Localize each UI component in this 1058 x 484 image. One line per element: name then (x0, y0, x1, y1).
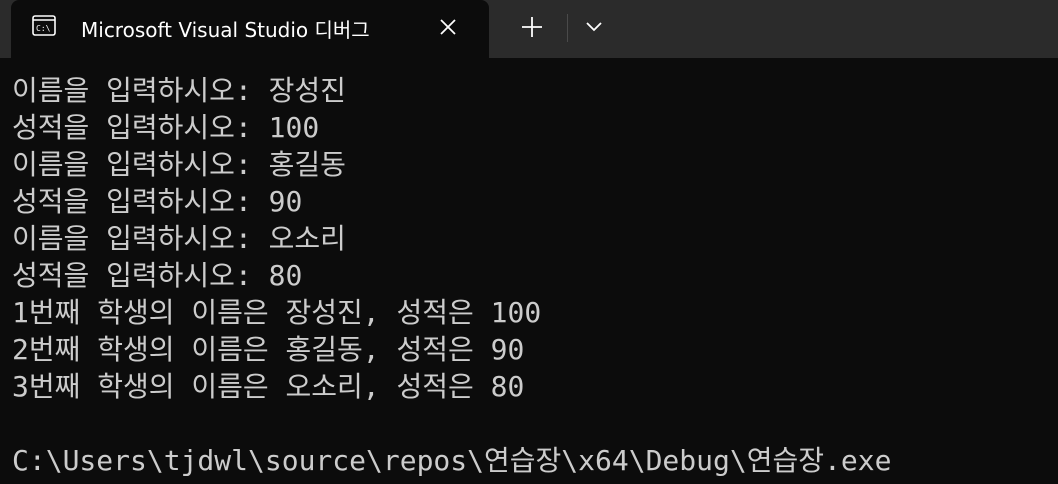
console-line: 성적을 입력하시오: 100 (12, 111, 320, 144)
console-line: 1번째 학생의 이름은 장성진, 성적은 100 (12, 296, 542, 329)
chevron-down-icon[interactable] (572, 9, 616, 45)
svg-text:C:\: C:\ (36, 24, 51, 33)
close-icon[interactable] (435, 14, 461, 40)
tab-debug-console[interactable]: C:\ Microsoft Visual Studio 디버그 (11, 0, 489, 58)
console-line: 3번째 학생의 이름은 오소리, 성적은 80 (12, 370, 525, 403)
console-output[interactable]: 이름을 입력하시오: 장성진 성적을 입력하시오: 100 이름을 입력하시오:… (12, 72, 1058, 479)
console-path-line: C:\Users\tjdwl\source\repos\연습장\x64\Debu… (12, 444, 892, 477)
console-line: 성적을 입력하시오: 80 (12, 259, 303, 292)
console-line: 이름을 입력하시오: 홍길동 (12, 148, 346, 181)
tab-title: Microsoft Visual Studio 디버그 (81, 18, 370, 42)
titlebar-separator (567, 14, 568, 42)
console-line: 이름을 입력하시오: 장성진 (12, 74, 346, 107)
console-line: 2번째 학생의 이름은 홍길동, 성적은 90 (12, 333, 525, 366)
console-line: 이름을 입력하시오: 오소리 (12, 222, 346, 255)
title-bar: C:\ Microsoft Visual Studio 디버그 (0, 0, 1058, 58)
console-window: C:\ Microsoft Visual Studio 디버그 이름을 입력하시… (0, 0, 1058, 484)
console-icon: C:\ (32, 15, 56, 36)
console-line: 성적을 입력하시오: 90 (12, 185, 303, 218)
plus-icon[interactable] (508, 9, 556, 45)
